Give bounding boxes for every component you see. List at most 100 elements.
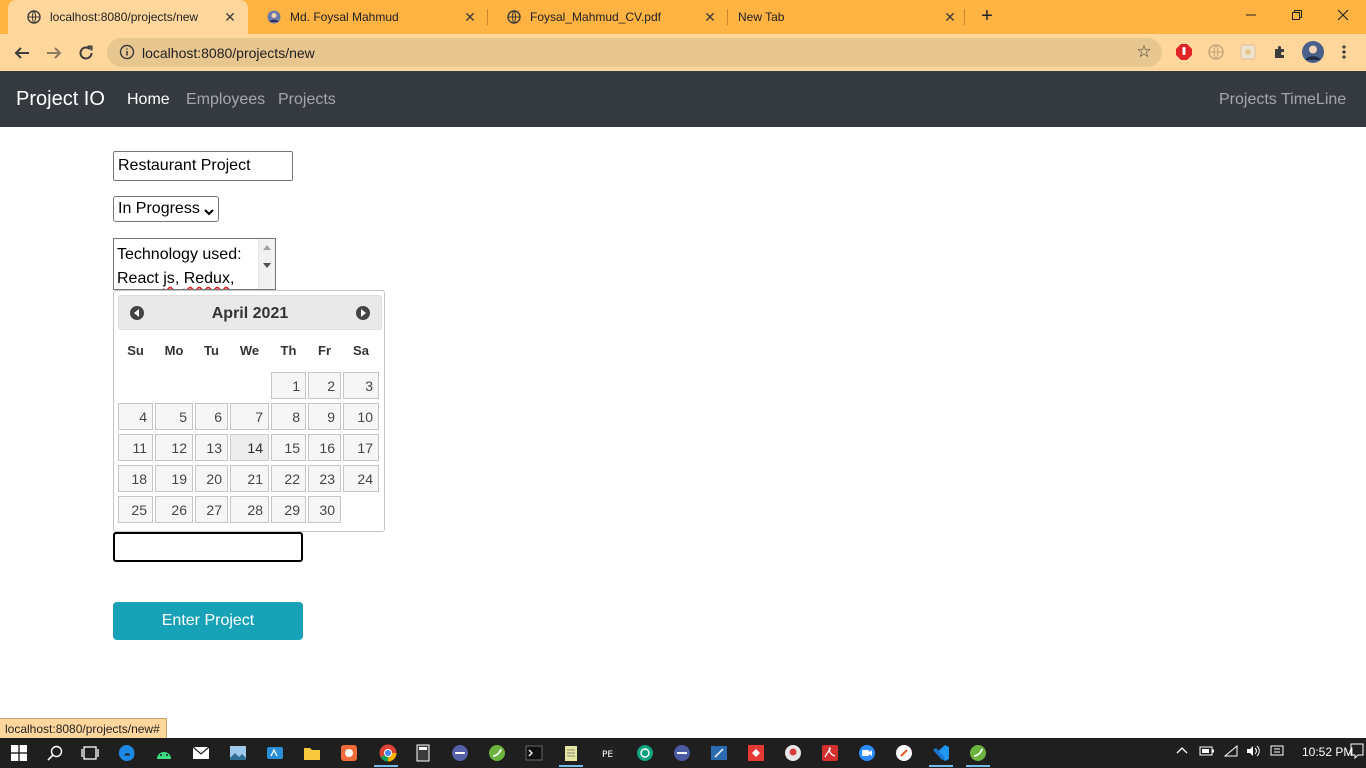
adblock-extension-icon[interactable]	[1174, 42, 1194, 62]
calendar-day-4[interactable]: 4	[118, 403, 153, 430]
textarea-scrollbar[interactable]	[258, 239, 275, 289]
pe-explorer-icon[interactable]: PE	[598, 743, 618, 763]
nav-link-projects[interactable]: Projects	[278, 91, 336, 109]
spring-tool-icon[interactable]	[968, 743, 988, 763]
minimize-icon[interactable]	[1228, 0, 1274, 30]
restore-icon[interactable]	[1274, 0, 1320, 30]
postman-icon[interactable]	[894, 743, 914, 763]
acrobat-reader-icon[interactable]	[820, 743, 840, 763]
calendar-day-9[interactable]: 9	[308, 403, 341, 430]
app-icon[interactable]	[450, 743, 470, 763]
nav-link-home[interactable]: Home	[127, 91, 170, 109]
calendar-day-1[interactable]: 1	[271, 372, 306, 399]
vscode-icon[interactable]	[931, 743, 951, 763]
chevron-up-icon[interactable]	[1176, 745, 1188, 760]
calendar-day-24[interactable]: 24	[343, 465, 379, 492]
calendar-day-16[interactable]: 16	[308, 434, 341, 461]
notification-icon[interactable]	[1270, 745, 1284, 760]
android-studio-icon[interactable]	[154, 743, 174, 763]
translate-extension-icon[interactable]	[1206, 42, 1226, 62]
tab-new-tab[interactable]: New Tab ✕	[728, 0, 968, 34]
calendar-day-17[interactable]: 17	[343, 434, 379, 461]
profile-avatar[interactable]	[1302, 41, 1324, 63]
next-month-icon[interactable]	[356, 306, 370, 320]
calculator-icon[interactable]	[413, 743, 433, 763]
site-info-icon[interactable]	[119, 44, 135, 60]
remote-desktop-icon[interactable]	[709, 743, 729, 763]
browser-menu-icon[interactable]	[1334, 42, 1354, 62]
new-tab-button[interactable]: +	[976, 6, 998, 28]
screenshot-extension-icon[interactable]	[1238, 42, 1258, 62]
enter-project-button[interactable]: Enter Project	[113, 602, 303, 640]
mail-icon[interactable]	[191, 743, 211, 763]
close-tab-icon[interactable]: ✕	[222, 9, 238, 25]
windows-start-icon[interactable]	[9, 743, 29, 763]
project-name-input[interactable]	[113, 151, 293, 181]
calendar-day-3[interactable]: 3	[343, 372, 379, 399]
back-icon[interactable]	[9, 40, 35, 66]
calendar-day-30[interactable]: 30	[308, 496, 341, 523]
scroll-down-icon[interactable]	[263, 263, 271, 268]
forward-icon[interactable]	[41, 40, 67, 66]
search-icon[interactable]	[45, 743, 65, 763]
calendar-day-12[interactable]: 12	[155, 434, 193, 461]
project-status-select[interactable]: In Progress	[113, 196, 219, 222]
dictionary-app-icon[interactable]	[265, 743, 285, 763]
address-bar[interactable]: localhost:8080/projects/new ☆	[107, 38, 1162, 67]
battery-icon[interactable]	[1199, 745, 1215, 760]
close-tab-icon[interactable]: ✕	[702, 9, 718, 25]
calendar-day-18[interactable]: 18	[118, 465, 153, 492]
calendar-day-7[interactable]: 7	[230, 403, 269, 430]
notepad-icon[interactable]	[561, 743, 581, 763]
reload-icon[interactable]	[73, 40, 99, 66]
project-date-input[interactable]	[113, 532, 303, 562]
tab-cv-pdf[interactable]: Foysal_Mahmud_CV.pdf ✕	[488, 0, 728, 34]
calendar-day-11[interactable]: 11	[118, 434, 153, 461]
calendar-day-29[interactable]: 29	[271, 496, 306, 523]
spring-tool-icon[interactable]	[487, 743, 507, 763]
calendar-day-25[interactable]: 25	[118, 496, 153, 523]
volume-icon[interactable]	[1246, 745, 1260, 760]
close-window-icon[interactable]	[1320, 0, 1366, 30]
task-view-icon[interactable]	[80, 743, 100, 763]
extensions-puzzle-icon[interactable]	[1270, 42, 1290, 62]
calendar-day-23[interactable]: 23	[308, 465, 341, 492]
zoom-icon[interactable]	[857, 743, 877, 763]
close-tab-icon[interactable]: ✕	[942, 9, 958, 25]
edge-browser-icon[interactable]	[117, 743, 137, 763]
bookmark-star-icon[interactable]: ☆	[1134, 42, 1154, 62]
app-store-icon[interactable]	[339, 743, 359, 763]
calendar-day-15[interactable]: 15	[271, 434, 306, 461]
calendar-day-2[interactable]: 2	[308, 372, 341, 399]
sourcetree-icon[interactable]	[783, 743, 803, 763]
calendar-day-10[interactable]: 10	[343, 403, 379, 430]
brand-logo[interactable]: Project IO	[16, 88, 105, 111]
file-explorer-icon[interactable]	[302, 743, 322, 763]
scroll-up-icon[interactable]	[263, 245, 271, 250]
calendar-day-26[interactable]: 26	[155, 496, 193, 523]
calendar-day-20[interactable]: 20	[195, 465, 228, 492]
openai-icon[interactable]	[635, 743, 655, 763]
calendar-day-28[interactable]: 28	[230, 496, 269, 523]
project-description-textarea[interactable]: Technology used: React js, Redux,	[113, 238, 276, 290]
nav-link-projects-timeline[interactable]: Projects TimeLine	[1219, 91, 1346, 109]
calendar-day-21[interactable]: 21	[230, 465, 269, 492]
photos-icon[interactable]	[228, 743, 248, 763]
calendar-day-8[interactable]: 8	[271, 403, 306, 430]
nav-link-employees[interactable]: Employees	[186, 91, 265, 109]
terminal-icon[interactable]	[524, 743, 544, 763]
calendar-day-5[interactable]: 5	[155, 403, 193, 430]
taskbar-clock[interactable]: 10:52 PM	[1302, 745, 1353, 759]
calendar-day-13[interactable]: 13	[195, 434, 228, 461]
calendar-day-27[interactable]: 27	[195, 496, 228, 523]
app-icon[interactable]	[672, 743, 692, 763]
tab-foysal-profile[interactable]: Md. Foysal Mahmud ✕	[248, 0, 488, 34]
tab-projects-new[interactable]: localhost:8080/projects/new ✕	[8, 0, 248, 34]
notification-center-icon[interactable]	[1350, 743, 1364, 762]
anydesk-icon[interactable]	[746, 743, 766, 763]
calendar-day-14[interactable]: 14	[230, 434, 269, 461]
calendar-day-22[interactable]: 22	[271, 465, 306, 492]
close-tab-icon[interactable]: ✕	[462, 9, 478, 25]
calendar-day-6[interactable]: 6	[195, 403, 228, 430]
chrome-icon[interactable]	[376, 743, 400, 763]
